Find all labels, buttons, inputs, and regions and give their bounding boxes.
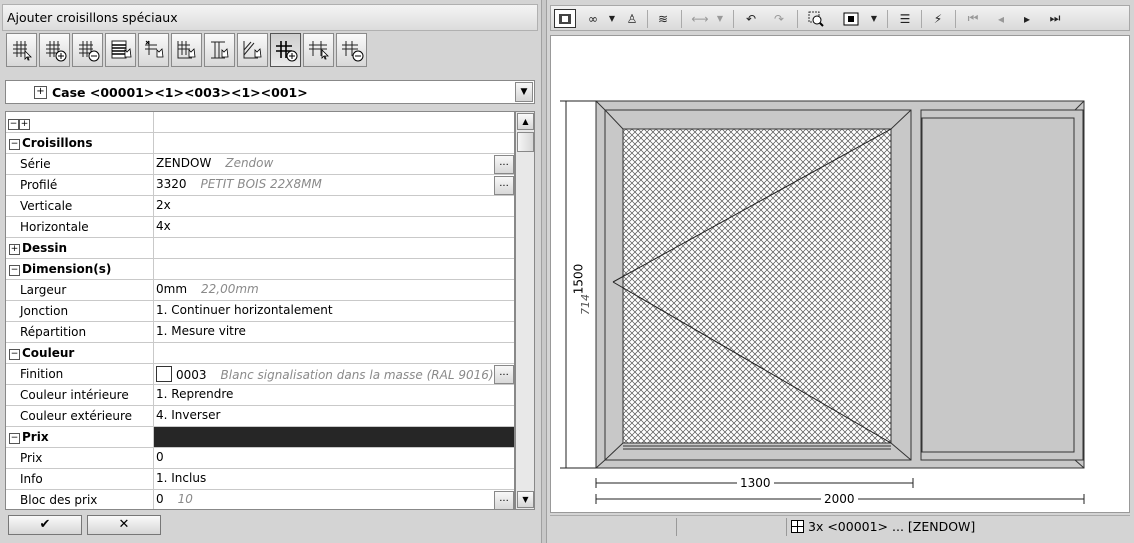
row-couleur-exterieure[interactable]: Couleur extérieure 4. Inverser (6, 406, 514, 427)
section-label: Dimension(s) (22, 262, 112, 276)
section-couleur[interactable]: − Couleur (6, 343, 514, 364)
vertical-scrollbar[interactable]: ▲ ▼ (515, 111, 535, 510)
chevron-down-icon[interactable]: ▼ (607, 9, 617, 28)
property-grid: − + − Croisillons Série ZENDOW Zendow... Pr… (5, 111, 515, 510)
chevron-down-icon[interactable]: ▼ (515, 82, 533, 102)
redo-icon[interactable]: ↷ (769, 9, 789, 28)
grid-delete-icon[interactable] (336, 33, 367, 67)
add-grid-icon[interactable] (39, 33, 70, 67)
row-horizontale[interactable]: Horizontale 4x (6, 217, 514, 238)
section-label: Croisillons (22, 136, 93, 150)
case-selector[interactable]: + Case <00001><1><003><1><001> ▼ (5, 80, 535, 104)
section-croisillons[interactable]: − Croisillons (6, 133, 514, 154)
row-repartition[interactable]: Répartition 1. Mesure vitre (6, 322, 514, 343)
row-couleur-interieure[interactable]: Couleur intérieure 1. Reprendre (6, 385, 514, 406)
person-icon[interactable]: ♙ (623, 9, 641, 28)
window-title: Ajouter croisillons spéciaux (2, 4, 538, 31)
grid-icon (791, 520, 804, 536)
row-serie[interactable]: Série ZENDOW Zendow... (6, 154, 514, 175)
horizontal-grid-icon[interactable] (105, 33, 136, 67)
undo-icon[interactable]: ↶ (741, 9, 761, 28)
window-drawing (560, 100, 1085, 504)
scroll-up-icon[interactable]: ▲ (517, 113, 534, 130)
remove-grid-icon[interactable] (72, 33, 103, 67)
next-icon[interactable]: ▸ (1017, 9, 1037, 28)
section-label: Dessin (22, 241, 68, 255)
view-box-icon[interactable] (841, 9, 861, 28)
height-dimension-label: 1500 (571, 261, 586, 297)
glasses-icon[interactable]: ∞ (581, 9, 605, 28)
serie-browse-button[interactable]: ... (494, 155, 514, 174)
bloc-prix-browse-button[interactable]: ... (494, 491, 514, 509)
row-bloc-prix[interactable]: Bloc des prix 0 10... (6, 490, 514, 509)
last-icon[interactable]: ⏭ (1045, 9, 1065, 28)
row-verticale[interactable]: Verticale 2x (6, 196, 514, 217)
profile-browse-button[interactable]: ... (494, 176, 514, 195)
left-panel: Ajouter croisillons spéciaux + Case <000… (0, 0, 541, 543)
scroll-down-icon[interactable]: ▼ (517, 491, 534, 508)
width-total-dimension-label: 2000 (821, 492, 858, 506)
cancel-button[interactable]: ✕ (87, 515, 161, 535)
layers-icon[interactable]: ≋ (653, 9, 673, 28)
grid-add-active-icon[interactable] (270, 33, 301, 67)
grid-hand-icon[interactable] (171, 33, 202, 67)
width-left-dimension-label: 1300 (737, 476, 774, 490)
ok-button[interactable]: ✔ (8, 515, 82, 535)
section-label: Prix (22, 430, 49, 444)
case-label: Case <00001><1><003><1><001> (52, 85, 308, 100)
drawing-toolbar: ∞ ▼ ♙ ≋ ⟷ ▼ ↶ ↷ ▼ ☰ ⚡ ⏮ ◂ ▸ ⏭ (550, 5, 1130, 31)
move-grid-icon[interactable] (138, 33, 169, 67)
lightning-icon[interactable]: ⚡ (927, 9, 949, 28)
row-jonction[interactable]: Jonction 1. Continuer horizontalement (6, 301, 514, 322)
status-bar: 3x <00001> ... [ZENDOW] (550, 515, 1130, 537)
row-profile[interactable]: Profilé 3320 PETIT BOIS 22X8MM... (6, 175, 514, 196)
grid-header-row: − + (6, 112, 514, 133)
section-label: Couleur (22, 346, 75, 360)
panel-splitter[interactable] (541, 0, 547, 543)
row-info[interactable]: Info 1. Inclus (6, 469, 514, 490)
section-dimensions[interactable]: − Dimension(s) (6, 259, 514, 280)
section-prix[interactable]: − Prix (6, 427, 514, 448)
section-dessin[interactable]: + Dessin (6, 238, 514, 259)
finition-browse-button[interactable]: ... (494, 365, 514, 384)
frame-view-icon[interactable] (554, 9, 576, 28)
expand-all-icon[interactable]: + (19, 116, 32, 130)
grid-diagonal-hand-icon[interactable] (237, 33, 268, 67)
glazing-grid (622, 128, 892, 444)
status-text: 3x <00001> ... [ZENDOW] (808, 519, 976, 534)
scroll-thumb[interactable] (517, 132, 534, 152)
drawing-canvas[interactable]: 1500 714 1300 2000 (550, 35, 1130, 513)
row-largeur[interactable]: Largeur 0mm 22,00mm (6, 280, 514, 301)
previous-icon[interactable]: ◂ (991, 9, 1011, 28)
color-swatch (156, 366, 172, 382)
prix-bar (154, 427, 514, 447)
chevron-down-icon[interactable]: ▼ (869, 9, 879, 28)
dimension-icon[interactable]: ⟷ (689, 9, 711, 28)
zoom-icon[interactable] (805, 9, 827, 28)
select-grid-icon[interactable] (6, 33, 37, 67)
chevron-down-icon[interactable]: ▼ (715, 9, 725, 28)
expand-icon[interactable]: + (34, 86, 47, 99)
sub-dimension-label: 714 (579, 294, 592, 315)
grid-toolbar (6, 33, 367, 69)
grid-select-pointer-icon[interactable] (303, 33, 334, 67)
align-icon[interactable]: ☰ (895, 9, 915, 28)
row-prix[interactable]: Prix 0 (6, 448, 514, 469)
grid-vertical-hand-icon[interactable] (204, 33, 235, 67)
first-icon[interactable]: ⏮ (963, 9, 983, 28)
row-finition[interactable]: Finition 0003 Blanc signalisation dans la … (6, 364, 514, 385)
